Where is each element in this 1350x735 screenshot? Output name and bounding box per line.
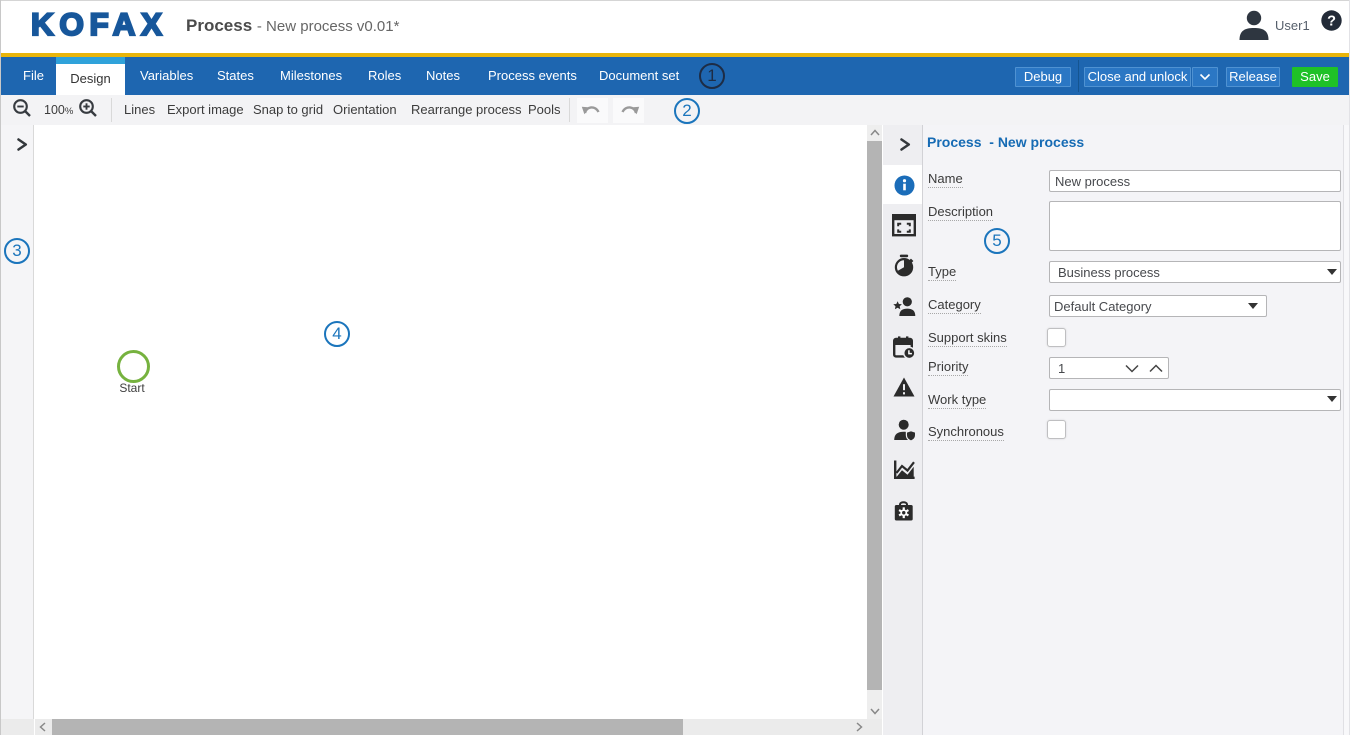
- svg-text:?: ?: [1327, 14, 1336, 30]
- svg-text:KOFAX: KOFAX: [31, 9, 162, 39]
